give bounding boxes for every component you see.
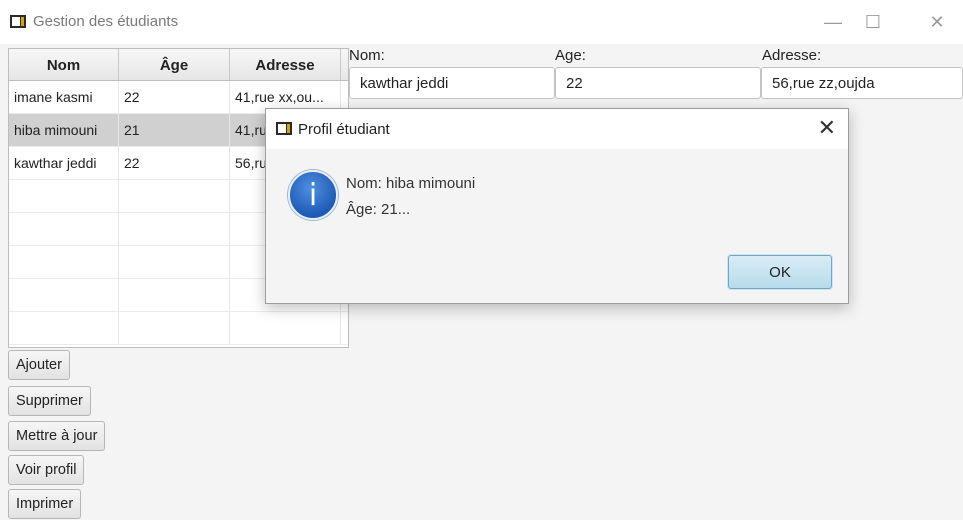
- table-cell-nom: [9, 213, 119, 245]
- column-header-nom[interactable]: Nom: [9, 49, 119, 80]
- nom-field[interactable]: [349, 67, 555, 99]
- table-cell-nom: kawthar jeddi: [9, 147, 119, 179]
- age-field[interactable]: [555, 67, 761, 99]
- table-header: Nom Âge Adresse: [9, 49, 348, 81]
- table-cell-age: [119, 312, 230, 344]
- column-header-adresse[interactable]: Adresse: [230, 49, 341, 80]
- empty-table-row[interactable]: [9, 312, 348, 345]
- voir-profil-button[interactable]: Voir profil: [8, 455, 85, 485]
- table-cell-age: 22: [119, 81, 230, 113]
- window-title: Gestion des étudiants: [33, 13, 179, 30]
- dialog-title: Profil étudiant: [298, 121, 390, 138]
- nom-label: Nom:: [349, 47, 385, 64]
- table-cell-age: [119, 279, 230, 311]
- dialog-title-bar: Profil étudiant ✕: [266, 109, 848, 149]
- table-cell-age: [119, 180, 230, 212]
- dialog-message-age: Âge: 21...: [346, 201, 411, 218]
- title-bar: Gestion des étudiants — ☐ ✕: [0, 0, 963, 44]
- supprimer-button[interactable]: Supprimer: [8, 386, 91, 416]
- table-cell-age: [119, 213, 230, 245]
- imprimer-button[interactable]: Imprimer: [8, 489, 82, 519]
- column-header-age[interactable]: Âge: [119, 49, 230, 80]
- table-cell-nom: hiba mimouni: [9, 114, 119, 146]
- maximize-icon[interactable]: ☐: [858, 8, 888, 36]
- table-cell-nom: [9, 279, 119, 311]
- table-cell-nom: [9, 180, 119, 212]
- adresse-label: Adresse:: [762, 47, 822, 64]
- table-cell-nom: [9, 312, 119, 344]
- app-icon: [10, 15, 26, 28]
- table-cell-age: [119, 246, 230, 278]
- table-cell-adresse: [230, 312, 341, 344]
- profile-dialog: Profil étudiant ✕ i Nom: hiba mimouni Âg…: [265, 108, 849, 304]
- table-cell-age: 21: [119, 114, 230, 146]
- information-icon: i: [288, 170, 338, 220]
- mettre-a-jour-button[interactable]: Mettre à jour: [8, 421, 106, 451]
- dialog-message-nom: Nom: hiba mimouni: [346, 175, 476, 192]
- age-label: Age:: [555, 47, 586, 64]
- ok-button[interactable]: OK: [728, 255, 832, 289]
- minimize-icon[interactable]: —: [818, 8, 848, 36]
- dialog-close-icon[interactable]: ✕: [818, 116, 836, 140]
- table-cell-age: 22: [119, 147, 230, 179]
- table-cell-nom: [9, 246, 119, 278]
- ajouter-button[interactable]: Ajouter: [8, 350, 70, 380]
- table-cell-nom: imane kasmi: [9, 81, 119, 113]
- adresse-field[interactable]: [761, 67, 963, 99]
- dialog-app-icon: [276, 122, 292, 135]
- close-icon[interactable]: ✕: [922, 8, 952, 36]
